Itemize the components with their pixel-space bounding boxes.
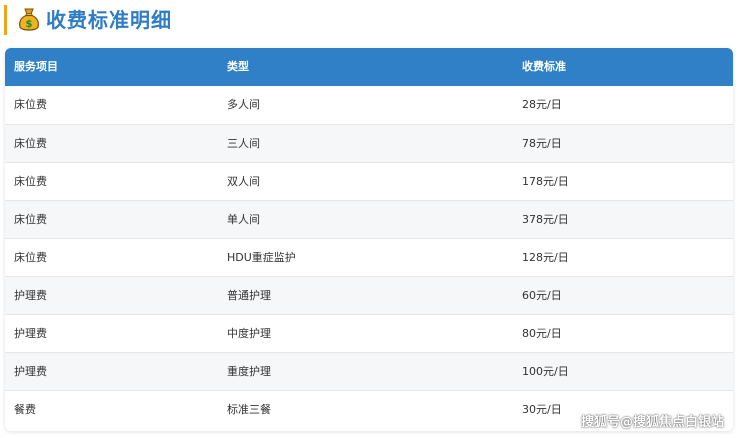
cell-type: 双人间 [227, 175, 260, 188]
table-row: 床位费 双人间 178元/日 [5, 162, 733, 200]
cell-service-item: 床位费 [14, 98, 47, 111]
table-row: 护理费 重度护理 100元/日 [5, 352, 733, 390]
watermark: 搜狐号@搜狐焦点白银站 [580, 415, 724, 430]
cell-fee: 30元/日 [522, 403, 562, 416]
header-fee: 收费标准 [522, 60, 566, 73]
svg-text:$: $ [26, 19, 33, 30]
table-body: 床位费 多人间 28元/日 床位费 三人间 78元/日 床位费 双人间 178元/日 床位费 单人间… [5, 86, 733, 428]
table-row: 床位费 HDU重症监护 128元/日 [5, 238, 733, 276]
page-title: 收费标准明细 [46, 8, 172, 32]
title-accent-bar [4, 5, 7, 35]
cell-service-item: 床位费 [14, 213, 47, 226]
cell-fee: 100元/日 [522, 365, 569, 378]
header-service-item: 服务项目 [14, 60, 58, 73]
cell-type: 重度护理 [227, 365, 271, 378]
fee-table: 服务项目 类型 收费标准 床位费 多人间 28元/日 床位费 三人间 78元/日 床位费 双人… [5, 48, 733, 431]
cell-type: 普通护理 [227, 289, 271, 302]
cell-service-item: 床位费 [14, 137, 47, 150]
table-row: 护理费 普通护理 60元/日 [5, 276, 733, 314]
cell-service-item: 护理费 [14, 365, 47, 378]
cell-fee: 128元/日 [522, 251, 569, 264]
cell-type: HDU重症监护 [227, 251, 296, 264]
cell-fee: 28元/日 [522, 98, 562, 111]
cell-service-item: 床位费 [14, 175, 47, 188]
table-header: 服务项目 类型 收费标准 [5, 48, 733, 86]
cell-type: 多人间 [227, 98, 260, 111]
cell-service-item: 护理费 [14, 327, 47, 340]
table-row: 护理费 中度护理 80元/日 [5, 314, 733, 352]
cell-type: 三人间 [227, 137, 260, 150]
cell-fee: 178元/日 [522, 175, 569, 188]
cell-type: 单人间 [227, 213, 260, 226]
cell-fee: 378元/日 [522, 213, 569, 226]
cell-service-item: 餐费 [14, 403, 36, 416]
cell-type: 中度护理 [227, 327, 271, 340]
table-row: 床位费 多人间 28元/日 [5, 86, 733, 124]
cell-service-item: 床位费 [14, 251, 47, 264]
table-row: 床位费 三人间 78元/日 [5, 124, 733, 162]
cell-fee: 60元/日 [522, 289, 562, 302]
section-header: $ 收费标准明细 [0, 5, 740, 35]
cell-fee: 80元/日 [522, 327, 562, 340]
cell-fee: 78元/日 [522, 137, 562, 150]
header-type: 类型 [227, 60, 249, 73]
cell-service-item: 护理费 [14, 289, 47, 302]
cell-type: 标准三餐 [227, 403, 271, 416]
money-bag-icon: $ [19, 8, 39, 31]
table-row: 床位费 单人间 378元/日 [5, 200, 733, 238]
